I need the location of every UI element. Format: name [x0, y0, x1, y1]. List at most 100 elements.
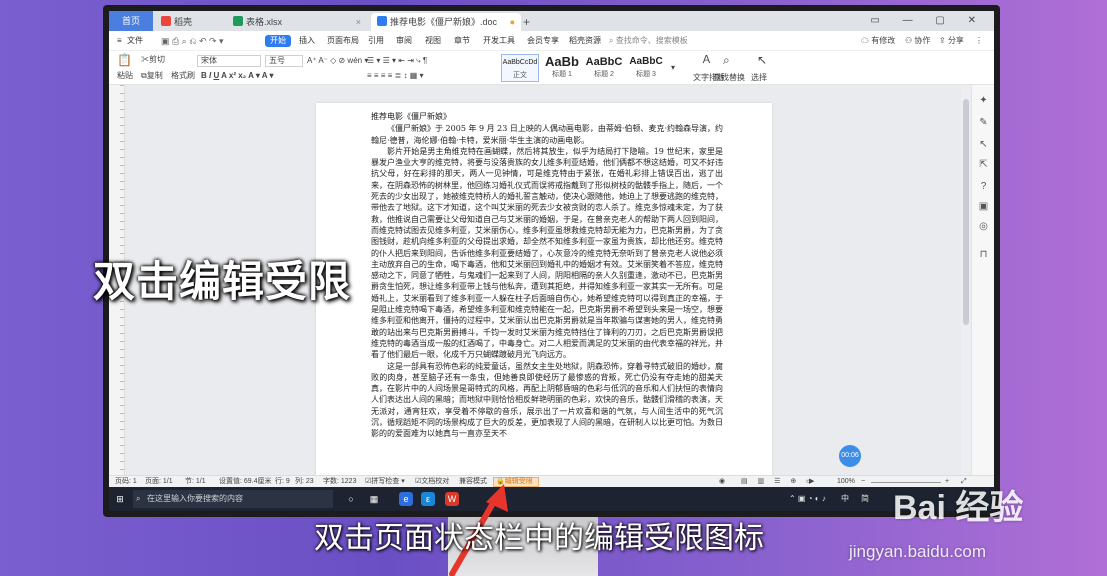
- vertical-scrollbar[interactable]: [961, 85, 971, 475]
- image-icon[interactable]: ▣: [978, 201, 989, 212]
- grid-app-icon[interactable]: ▦: [367, 492, 381, 506]
- hamburger-icon[interactable]: ≡: [117, 35, 122, 47]
- cut-button[interactable]: ✂剪切: [141, 55, 165, 65]
- taskbar-search-box[interactable]: ⌕ 在这里输入你要搜索的内容: [133, 490, 333, 508]
- pen-icon[interactable]: ✎: [978, 117, 989, 128]
- tab-label: 稻壳: [174, 17, 193, 27]
- search-icon: ⌕: [136, 494, 141, 503]
- menu-review[interactable]: 审阅: [396, 35, 412, 47]
- collab-button[interactable]: ⚇ 协作: [905, 35, 930, 47]
- menu-docer[interactable]: 稻壳资源: [569, 35, 601, 47]
- status-col[interactable]: 列: 23: [295, 477, 314, 487]
- spellcheck-button[interactable]: ☑拼写检查 ▾: [365, 477, 405, 487]
- arrow-tool-icon[interactable]: ⇱: [978, 159, 989, 170]
- right-task-pane: ✦ ✎ ↖ ⇱ ? ▣ ◎ ⊓: [971, 85, 994, 475]
- tab-home[interactable]: 首页: [109, 11, 153, 31]
- tutorial-caption-bottom: 双击页面状态栏中的编辑受限图标: [314, 521, 764, 556]
- style-heading-1[interactable]: AaBb 标题 1: [543, 54, 581, 82]
- help-icon[interactable]: ?: [978, 181, 989, 192]
- copy-label: 复制: [146, 71, 163, 80]
- system-tray-icons[interactable]: ⌃ ▣ ◔ ◐ ♪: [789, 493, 826, 505]
- new-tab-button[interactable]: +: [523, 13, 530, 31]
- document-page[interactable]: 推荐电影《僵尸新娘》 《僵尸新娘》于 2005 年 9 月 23 日上映的人偶动…: [316, 103, 772, 475]
- menu-developer[interactable]: 开发工具: [483, 35, 515, 47]
- eye-icon[interactable]: ◉: [719, 477, 725, 487]
- font-size-select[interactable]: 五号: [265, 55, 303, 67]
- cut-label: 剪切: [149, 55, 165, 64]
- menu-member[interactable]: 会员专享: [527, 35, 559, 47]
- menu-view[interactable]: 视图: [425, 35, 441, 47]
- menu-insert[interactable]: 插入: [299, 35, 315, 47]
- ribbon: 📋 粘贴 ✂剪切 ⧉复制 格式刷 宋体 五号 A⁺ A⁻ ◇ ⊘ wén ▾ B…: [109, 51, 994, 85]
- paste-icon[interactable]: 📋: [117, 54, 132, 66]
- list-buttons[interactable]: ☰ ▾ ☰ ▾ ⇤ ⇥ ⤷ ¶: [367, 56, 427, 66]
- tab-label: 推荐电影《僵尸新娘》.doc: [390, 17, 498, 27]
- cursor-icon: ↖: [757, 53, 768, 67]
- unsaved-dot-icon[interactable]: ●: [510, 13, 515, 31]
- tab-docer[interactable]: 稻壳: [155, 13, 225, 31]
- status-page[interactable]: 页码: 1: [115, 477, 137, 487]
- taskbar-search-placeholder: 在这里输入你要搜索的内容: [147, 494, 243, 503]
- style-sample-text: AaBbC: [585, 56, 623, 68]
- font-size-adjust[interactable]: A⁺ A⁻ ◇ ⊘ wén ▾: [307, 56, 368, 66]
- pointer-icon[interactable]: ↖: [978, 139, 989, 150]
- task-view-icon[interactable]: ○: [344, 492, 358, 506]
- changes-button[interactable]: ☁ 有修改: [861, 35, 895, 47]
- font-style-buttons[interactable]: B I U A x² x₂ A ▾ A ▾: [201, 71, 274, 81]
- paragraph: 《僵尸新娘》于 2005 年 9 月 23 日上映的人偶动画电影，由蒂姆·伯顿、…: [371, 124, 723, 145]
- style-normal[interactable]: AaBbCcDd 正文: [501, 54, 539, 82]
- command-search[interactable]: ⌕ 查找命令、搜索模板: [609, 35, 688, 47]
- status-pages[interactable]: 页面: 1/1: [145, 477, 173, 487]
- menu-page-layout[interactable]: 页面布局: [327, 35, 359, 47]
- spellcheck-label: 拼写检查: [371, 478, 400, 485]
- format-brush-button[interactable]: 格式刷: [171, 71, 195, 81]
- tab-document[interactable]: 推荐电影《僵尸新娘》.doc ●: [371, 13, 521, 31]
- share-label: 分享: [947, 36, 964, 45]
- pin-icon[interactable]: ✦: [978, 95, 989, 106]
- styles-more-icon[interactable]: ▾: [671, 63, 675, 73]
- select-button[interactable]: 选择: [751, 73, 767, 83]
- paragraph: 影片开始是男主角维克特在画蝴蝶，然后将其放生，似乎为结局打下隐喻。19 世纪末，…: [371, 146, 723, 360]
- scroll-thumb[interactable]: [963, 99, 969, 325]
- paste-button[interactable]: 粘贴: [117, 71, 133, 81]
- window-controls[interactable]: ▭ — ▢ ✕: [870, 13, 986, 29]
- menu-chapter[interactable]: 章节: [454, 35, 470, 47]
- zoom-slider[interactable]: [871, 482, 941, 483]
- status-section[interactable]: 节: 1/1: [185, 477, 206, 487]
- font-name-select[interactable]: 宋体: [197, 55, 261, 67]
- share-button[interactable]: ⇪ 分享: [939, 35, 964, 47]
- menu-bar: ≡ 文件 ▣ ⎙ ⌕ ⎌ ↶ ↷ ▾ 开始 插入 页面布局 引用 审阅 视图 章…: [109, 31, 994, 51]
- tab-bar: 首页 稻壳 表格.xlsx × 推荐电影《僵尸新娘》.doc ● + ▭ — ▢…: [109, 11, 994, 31]
- tutorial-caption-large: 双击编辑受限: [93, 257, 352, 306]
- style-heading-3[interactable]: AaBbC 标题 3: [627, 54, 665, 82]
- cloud-icon: ☁: [861, 36, 872, 45]
- close-icon[interactable]: ×: [356, 13, 361, 31]
- quick-access-toolbar[interactable]: ▣ ⎙ ⌕ ⎌ ↶ ↷ ▾: [161, 35, 224, 47]
- more-icon[interactable]: ⋮: [975, 35, 983, 47]
- location-icon[interactable]: ◎: [978, 221, 989, 232]
- recording-timer: 00:06: [839, 445, 861, 467]
- browser-icon[interactable]: e: [399, 492, 413, 506]
- style-sample-text: AaBb: [545, 54, 579, 69]
- document-body[interactable]: 推荐电影《僵尸新娘》 《僵尸新娘》于 2005 年 9 月 23 日上映的人偶动…: [371, 111, 723, 473]
- menu-start[interactable]: 开始: [265, 35, 291, 47]
- copy-button[interactable]: ⧉复制: [141, 71, 163, 81]
- windows-start-icon[interactable]: ⊞: [113, 492, 127, 506]
- find-replace-button[interactable]: 查找替换: [713, 73, 745, 83]
- style-label: 标题 3: [636, 71, 656, 78]
- menu-file[interactable]: 文件: [127, 35, 143, 47]
- changes-label: 有修改: [871, 36, 896, 45]
- play-icon[interactable]: ▶: [809, 477, 814, 487]
- status-row[interactable]: 行: 9: [275, 477, 290, 487]
- style-label: 标题 1: [552, 71, 572, 78]
- status-setting[interactable]: 设置值: 69.4厘米: [219, 477, 272, 487]
- paragraph-buttons[interactable]: ≡ ≡ ≡ ≡ ≣ ↕ ▦ ▾: [367, 71, 424, 81]
- view-mode-buttons[interactable]: ▤ ▥ ☰ ⊕ ▭: [741, 477, 817, 487]
- style-heading-2[interactable]: AaBbC 标题 2: [585, 54, 623, 82]
- watermark-url: jingyan.baidu.com: [849, 542, 987, 561]
- tab-spreadsheet[interactable]: 表格.xlsx ×: [227, 13, 367, 31]
- menu-references[interactable]: 引用: [368, 35, 384, 47]
- people-icon: ⚇: [905, 36, 915, 45]
- status-word-count[interactable]: 字数: 1223: [323, 477, 356, 487]
- lock-icon[interactable]: ⊓: [978, 249, 989, 260]
